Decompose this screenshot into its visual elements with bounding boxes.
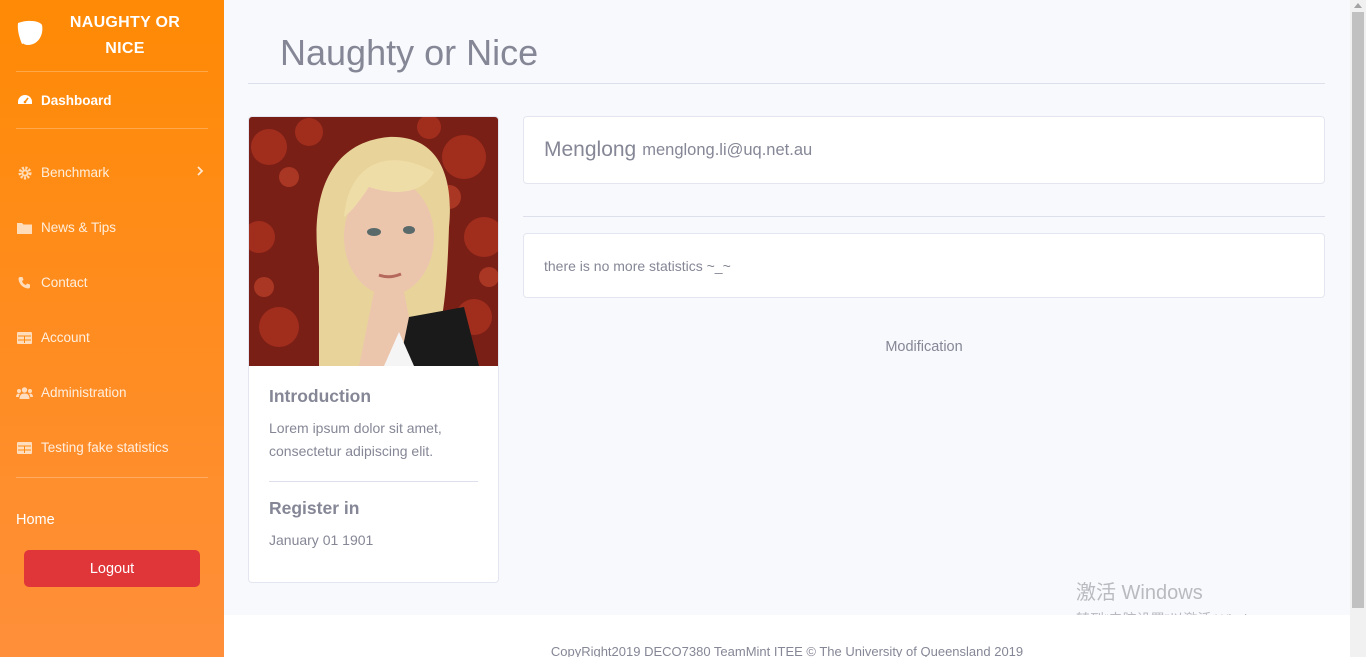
sidebar-item-label: Account <box>41 330 90 345</box>
brand[interactable]: NAUGHTY OR NICE <box>0 0 224 71</box>
vertical-scrollbar[interactable] <box>1350 0 1366 657</box>
main-content: Naughty or Nice Introduction Lorem ipsum… <box>224 0 1350 657</box>
scrollbar-thumb[interactable] <box>1352 12 1364 608</box>
statistics-text: there is no more statistics ~_~ <box>544 257 731 274</box>
user-card: Menglong menglong.li@uq.net.au <box>523 116 1325 184</box>
sidebar-item-account[interactable]: Account <box>0 310 224 365</box>
sidebar-item-benchmark[interactable]: Benchmark <box>0 145 224 200</box>
profile-card: Introduction Lorem ipsum dolor sit amet,… <box>248 116 499 583</box>
sidebar: NAUGHTY OR NICE Dashboard Benchmark News… <box>0 0 224 657</box>
folder-icon <box>16 219 33 236</box>
sidebar-item-administration[interactable]: Administration <box>0 365 224 420</box>
tachometer-icon <box>16 92 33 109</box>
leaf-icon <box>14 17 46 54</box>
title-divider <box>248 83 1325 84</box>
user-name: Menglong <box>544 138 637 161</box>
sidebar-item-label: Contact <box>41 275 88 290</box>
table-icon <box>16 439 33 456</box>
logout-button[interactable]: Logout <box>24 550 200 587</box>
sidebar-item-news-tips[interactable]: News & Tips <box>0 200 224 255</box>
footer: CopyRight2019 DECO7380 TeamMint ITEE © T… <box>224 615 1350 657</box>
table-icon <box>16 329 33 346</box>
watermark-title: 激活 Windows <box>1076 582 1203 604</box>
introduction-text: Lorem ipsum dolor sit amet, consectetur … <box>269 420 442 459</box>
sidebar-divider <box>16 477 208 478</box>
scroll-up-arrow-icon[interactable] <box>1354 3 1362 8</box>
statistics-card: there is no more statistics ~_~ <box>523 233 1325 298</box>
profile-divider <box>269 481 478 482</box>
introduction-heading: Introduction <box>269 386 372 406</box>
phone-icon <box>16 274 33 291</box>
sidebar-item-label: News & Tips <box>41 220 117 235</box>
brand-name: NAUGHTY OR NICE <box>60 10 190 62</box>
home-link[interactable]: Home <box>0 512 224 528</box>
sidebar-item-contact[interactable]: Contact <box>0 255 224 310</box>
user-email: menglong.li@uq.net.au <box>642 140 813 159</box>
page-title: Naughty or Nice <box>280 32 539 73</box>
gear-icon <box>16 164 33 181</box>
register-date: January 01 1901 <box>269 532 374 548</box>
chevron-right-icon <box>196 165 204 180</box>
sidebar-item-testing-fake-statistics[interactable]: Testing fake statistics <box>0 420 224 475</box>
sidebar-item-label: Testing fake statistics <box>41 440 169 455</box>
footer-copyright: CopyRight2019 DECO7380 TeamMint ITEE © T… <box>550 644 1024 657</box>
brand-line-2: NICE <box>105 40 145 57</box>
sidebar-item-label: Dashboard <box>41 92 112 108</box>
profile-photo <box>249 117 498 366</box>
sidebar-item-label: Administration <box>41 385 127 400</box>
register-heading: Register in <box>269 498 360 518</box>
sidebar-item-dashboard[interactable]: Dashboard <box>0 72 224 128</box>
modification-link[interactable]: Modification <box>523 339 1325 355</box>
content-divider <box>523 216 1325 217</box>
brand-line-1: NAUGHTY OR <box>69 14 181 31</box>
users-icon <box>16 384 33 401</box>
sidebar-item-label: Benchmark <box>41 165 110 180</box>
